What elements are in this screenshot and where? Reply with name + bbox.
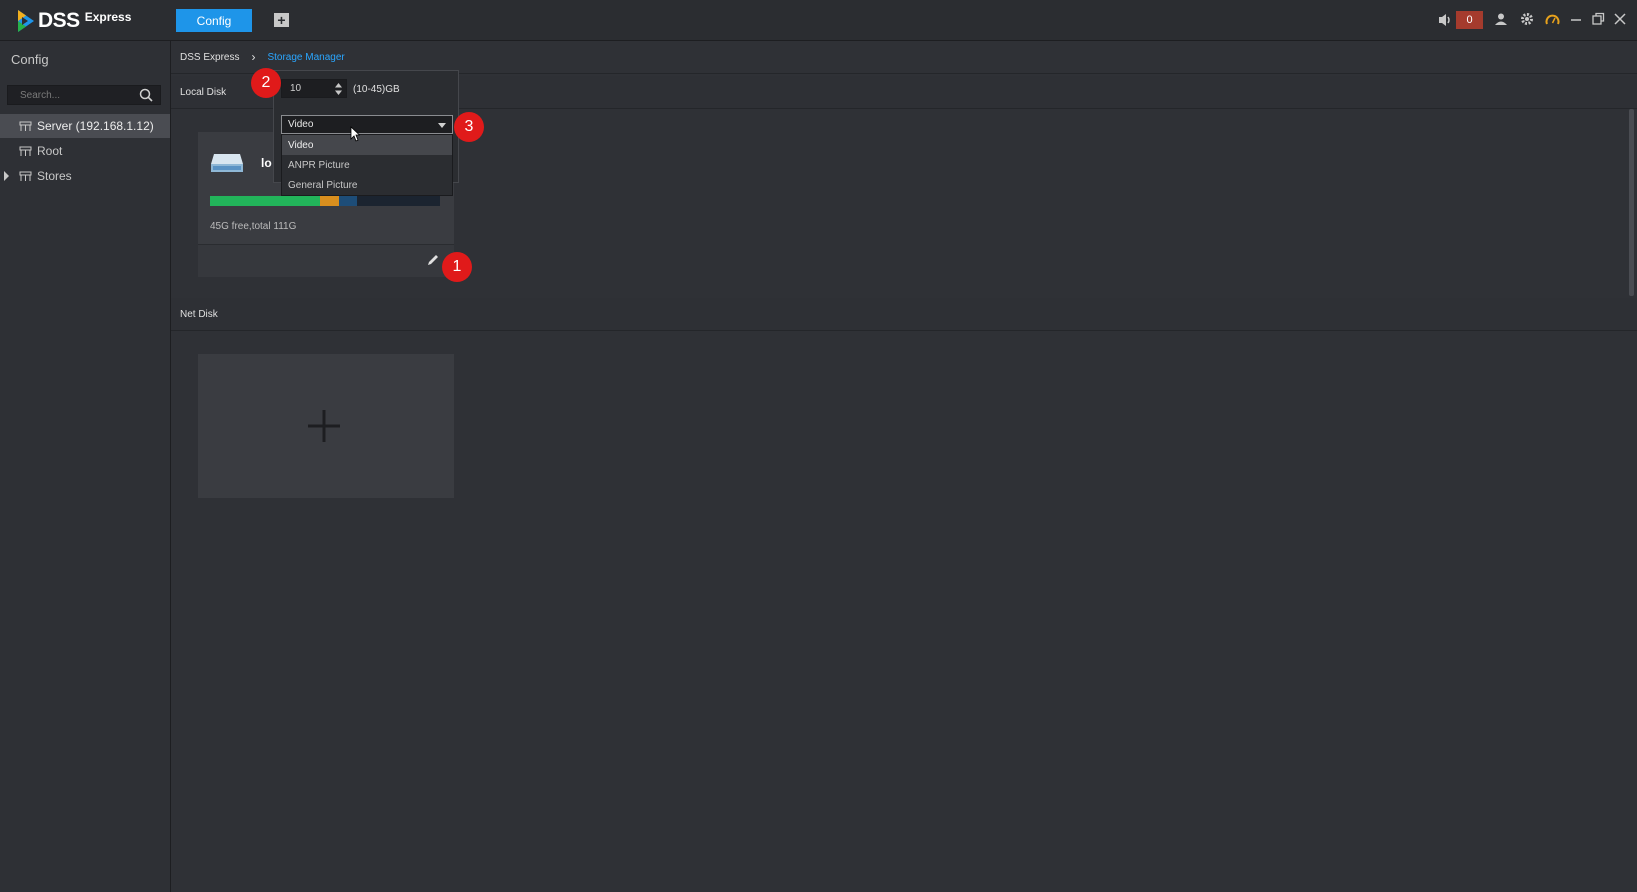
scrollbar[interactable] <box>1629 109 1634 296</box>
quota-stepper[interactable]: 10 <box>281 79 347 98</box>
disk-card-footer <box>198 244 454 277</box>
option-general-picture[interactable]: General Picture <box>282 175 452 195</box>
sidebar: Config Server (192.168.1.12) Root Stores <box>0 41 171 892</box>
chevron-down-icon[interactable] <box>438 123 446 128</box>
quota-value: 10 <box>290 83 302 94</box>
tree-item-label: Stores <box>37 169 72 183</box>
expand-arrow-icon[interactable] <box>4 171 9 181</box>
usage-segment-picture <box>320 196 339 206</box>
app-logo: DSS Express <box>16 8 131 34</box>
add-net-disk-button[interactable] <box>198 354 454 498</box>
storage-type-dropdown: Video ANPR Picture General Picture <box>281 134 453 196</box>
tree-item-label: Server (192.168.1.12) <box>37 119 154 133</box>
section-title: Local Disk <box>180 86 227 98</box>
user-icon[interactable] <box>1494 12 1508 26</box>
sidebar-title: Config <box>11 52 49 67</box>
annotation-badge-2: 2 <box>251 68 281 98</box>
tree-item-label: Root <box>37 144 63 158</box>
breadcrumb-home[interactable]: DSS Express <box>180 52 239 63</box>
minimize-icon[interactable] <box>1570 12 1582 26</box>
usage-segment-other <box>338 196 358 206</box>
storage-quota-popover: 10 (10-45)GB Video Video ANPR Picture Ge… <box>273 70 459 196</box>
storage-type-select[interactable]: Video <box>281 115 453 134</box>
disk-usage-bar <box>210 196 440 206</box>
logo-subtext: Express <box>84 10 132 24</box>
search-box <box>7 85 161 105</box>
alarm-count-badge[interactable]: 0 <box>1456 11 1483 29</box>
edit-icon[interactable] <box>426 253 440 267</box>
hard-disk-icon <box>211 154 243 172</box>
option-video[interactable]: Video <box>282 135 452 155</box>
tree-item-stores[interactable]: Stores <box>0 164 170 188</box>
section-title: Net Disk <box>180 308 218 320</box>
breadcrumb-current: Storage Manager <box>267 51 345 63</box>
speaker-icon[interactable] <box>1437 12 1453 28</box>
performance-gauge-icon[interactable] <box>1545 12 1560 26</box>
option-anpr-picture[interactable]: ANPR Picture <box>282 155 452 175</box>
spinner-arrows-icon[interactable] <box>335 83 342 95</box>
dss-logo-icon <box>18 10 34 32</box>
org-icon <box>19 171 32 181</box>
disk-capacity-text: 45G free,total 111G <box>210 221 297 232</box>
tab-config[interactable]: Config <box>176 9 252 32</box>
add-tab-button[interactable]: + <box>274 13 289 27</box>
close-icon[interactable] <box>1614 12 1626 26</box>
restore-icon[interactable] <box>1592 12 1605 26</box>
plus-icon <box>308 410 340 442</box>
usage-segment-video <box>210 196 321 206</box>
select-value: Video <box>288 119 314 130</box>
disk-name: lo <box>261 156 272 170</box>
chevron-right-icon: › <box>251 50 256 64</box>
gear-icon[interactable] <box>1520 12 1534 26</box>
annotation-badge-3: 3 <box>454 112 484 142</box>
mouse-cursor-icon <box>350 126 360 142</box>
quota-range-label: (10-45)GB <box>353 84 400 95</box>
search-input[interactable] <box>8 86 133 104</box>
net-disk-header: Net Disk <box>171 298 1637 331</box>
search-icon[interactable] <box>139 88 153 102</box>
org-icon <box>19 146 32 156</box>
top-bar: DSS Express Config + 0 <box>0 0 1637 41</box>
logo-text: DSS <box>38 9 80 32</box>
tree-item-root[interactable]: Root <box>0 139 170 163</box>
annotation-badge-1: 1 <box>442 252 472 282</box>
server-icon <box>19 121 32 131</box>
tree-item-server[interactable]: Server (192.168.1.12) <box>0 114 170 138</box>
